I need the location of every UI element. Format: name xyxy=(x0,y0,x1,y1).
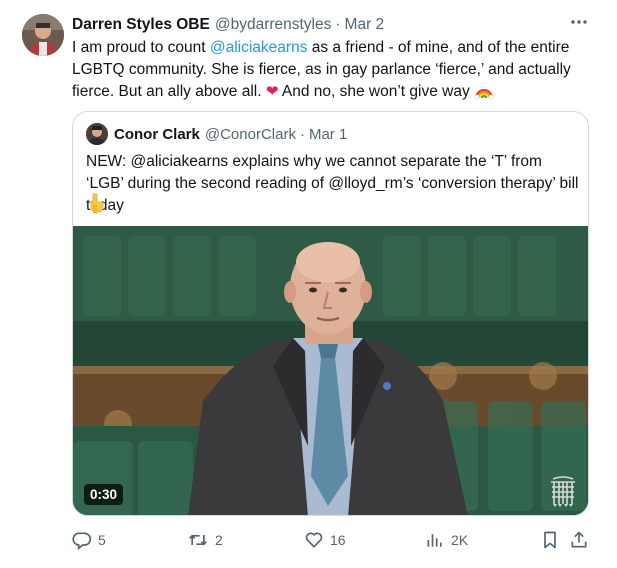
retweet-icon xyxy=(189,534,207,546)
heart-emoji: ❤ xyxy=(265,83,279,100)
quoted-header: Conor Clark @ConorClark · Mar 1 xyxy=(114,124,347,144)
like-button[interactable]: 16 xyxy=(304,528,346,552)
action-bar: 5 2 16 2K xyxy=(72,528,592,552)
separator-dot: · xyxy=(335,16,341,33)
author-avatar[interactable] xyxy=(22,14,64,56)
pointing-down-emoji xyxy=(86,192,106,214)
share-button[interactable] xyxy=(569,528,589,552)
retweet-button[interactable]: 2 xyxy=(187,528,223,552)
separator-dot: · xyxy=(299,125,305,143)
tweet[interactable]: Darren Styles OBE @bydarrenstyles · Mar … xyxy=(0,0,617,568)
views-count: 2K xyxy=(451,532,469,548)
bookmark-icon xyxy=(544,531,556,549)
video-duration-badge: 0:30 xyxy=(84,484,124,505)
tweet-text-part: I am proud to count xyxy=(72,39,210,56)
bookmark-button[interactable] xyxy=(540,528,560,552)
quoted-author-name[interactable]: Conor Clark xyxy=(114,126,200,143)
quoted-tweet[interactable]: Conor Clark @ConorClark · Mar 1 NEW: @al… xyxy=(72,111,589,516)
reply-button[interactable]: 5 xyxy=(72,528,106,552)
reply-count: 5 xyxy=(98,532,106,548)
video-player[interactable]: 0:30 xyxy=(73,226,588,515)
author-handle[interactable]: @bydarrenstyles xyxy=(215,16,332,34)
views-button[interactable]: 2K xyxy=(425,528,468,552)
retweet-count: 2 xyxy=(215,532,223,548)
quoted-author-handle[interactable]: @ConorClark xyxy=(205,126,296,143)
tweet-text: I am proud to count @aliciakearns as a f… xyxy=(72,37,587,106)
quoted-date[interactable]: Mar 1 xyxy=(309,126,347,143)
like-count: 16 xyxy=(330,532,346,548)
tweet-text-part: And no, she won’t give way xyxy=(278,83,475,100)
tweet-header: Darren Styles OBE @bydarrenstyles · Mar … xyxy=(72,14,592,36)
tweet-date[interactable]: Mar 2 xyxy=(345,16,385,34)
portcullis-logo-icon xyxy=(548,476,578,508)
reply-icon xyxy=(72,532,92,550)
quoted-author-avatar[interactable] xyxy=(86,123,108,145)
quoted-text: NEW: @aliciakearns explains why we canno… xyxy=(86,153,579,214)
mention-link[interactable]: @aliciakearns xyxy=(210,39,308,56)
rainbow-emoji xyxy=(474,83,494,106)
views-icon xyxy=(427,534,442,547)
share-icon xyxy=(571,531,587,548)
author-name[interactable]: Darren Styles OBE xyxy=(72,16,210,34)
heart-icon xyxy=(305,532,323,548)
more-horizontal-icon[interactable] xyxy=(568,12,590,32)
